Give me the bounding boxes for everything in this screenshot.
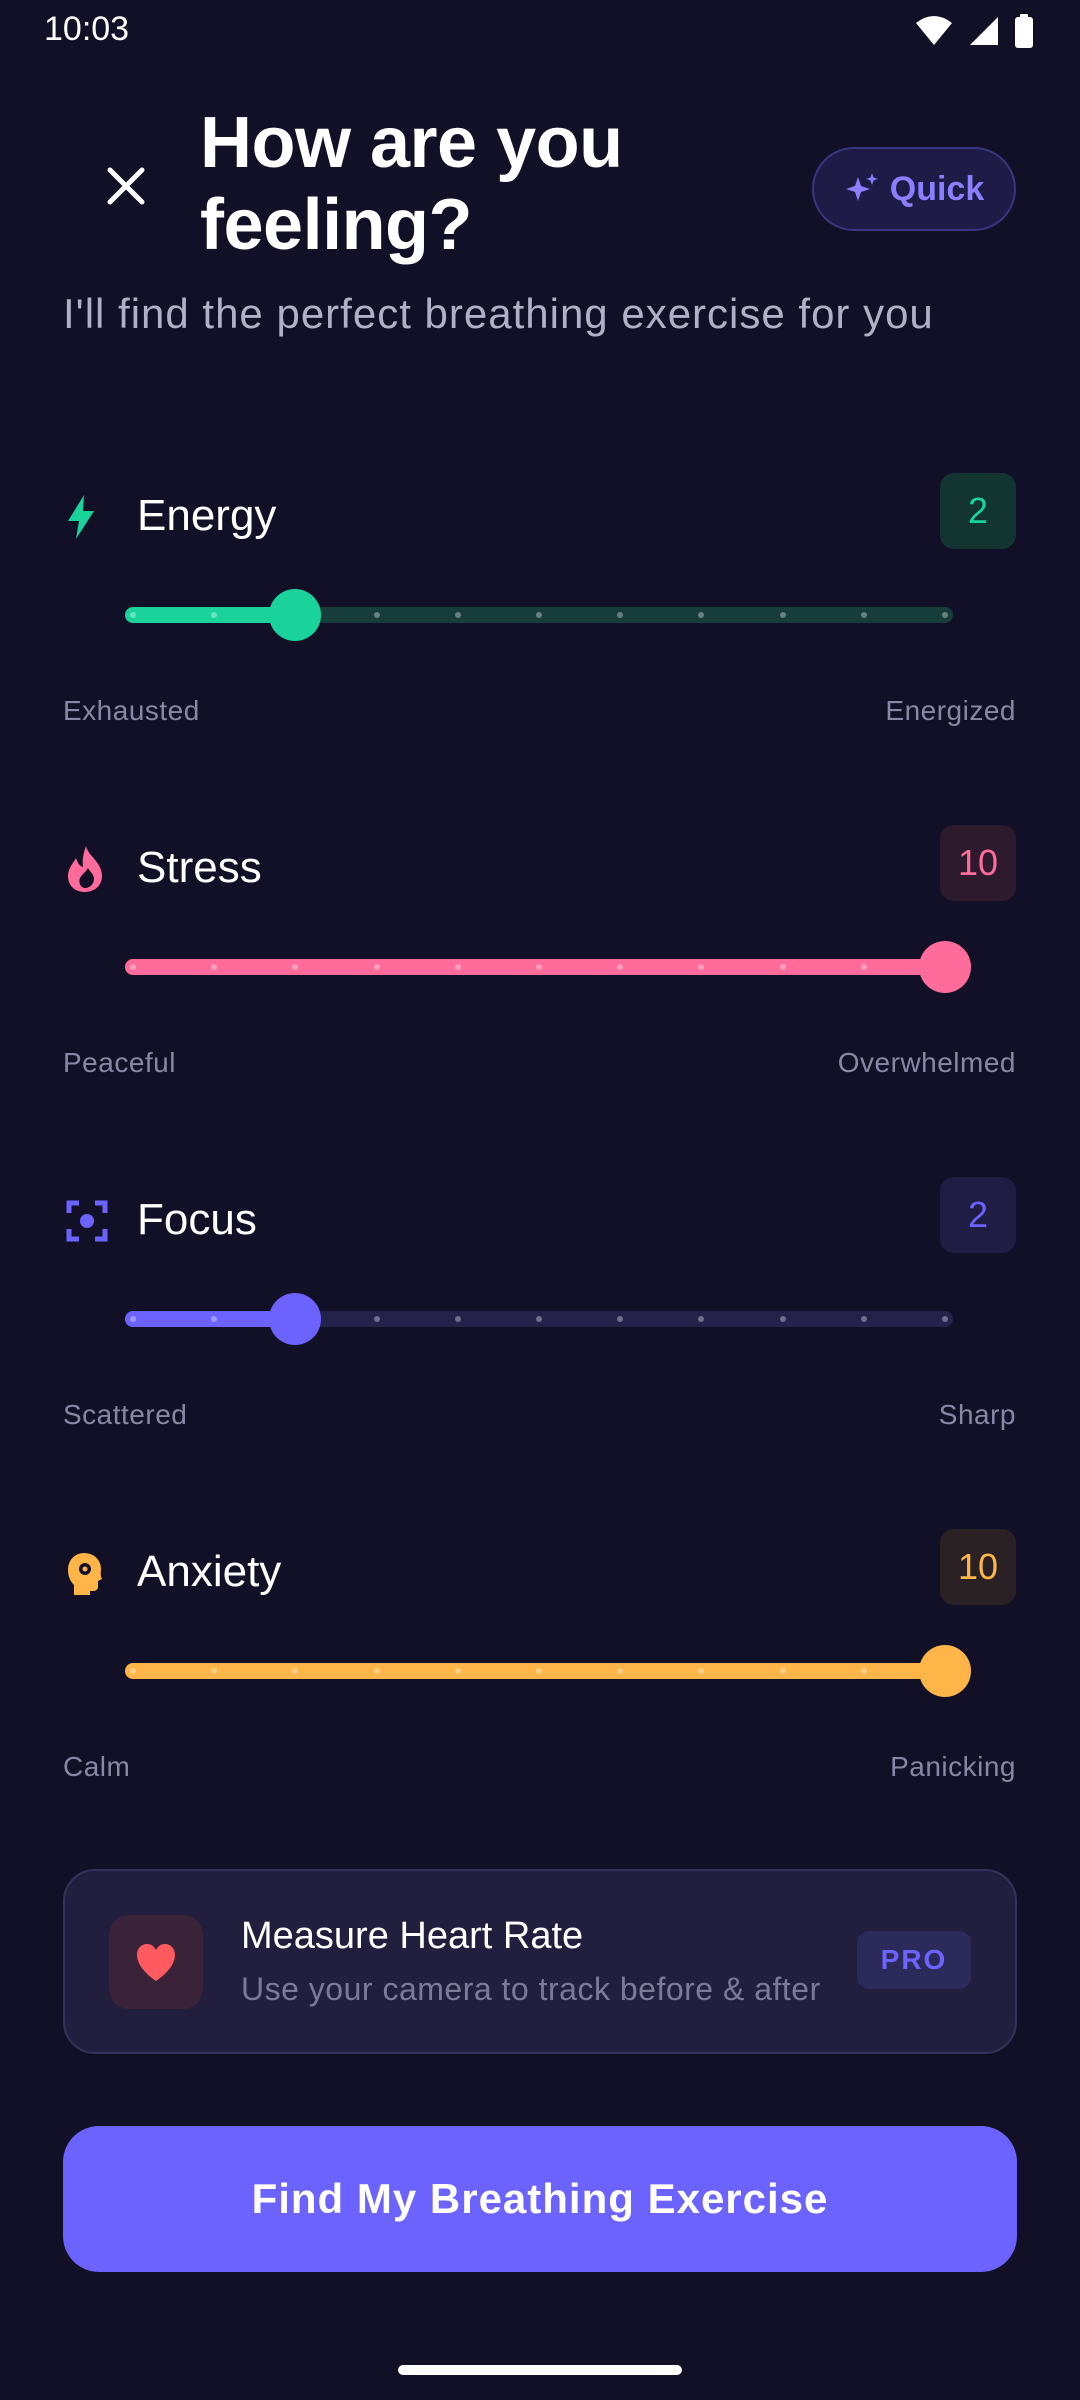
bolt-icon [66, 493, 96, 541]
heart-rate-card[interactable]: Measure Heart Rate Use your camera to tr… [63, 1869, 1017, 2054]
focus-value-badge: 2 [940, 1177, 1016, 1253]
stress-slider-fill [125, 959, 945, 975]
flame-icon [66, 845, 104, 893]
anxiety-max-label: Panicking [890, 1751, 1016, 1782]
heart-rate-title: Measure Heart Rate [241, 1915, 584, 1957]
focus-label: Focus [137, 1195, 257, 1244]
quick-button[interactable]: Quick [812, 147, 1016, 231]
anxiety-label: Anxiety [137, 1547, 282, 1596]
stress-label: Stress [137, 843, 262, 892]
energy-slider-thumb[interactable] [269, 589, 322, 641]
energy-slider-group: Energy 2 Exhausted Energized [0, 473, 1080, 773]
status-icons [914, 14, 1034, 48]
energy-label: Energy [137, 491, 277, 540]
status-time: 10:03 [44, 10, 130, 48]
status-bar: 10:03 [0, 0, 1080, 60]
slider-tick [779, 1668, 786, 1674]
stress-value-badge: 10 [939, 825, 1016, 901]
energy-max-label: Energized [885, 695, 1016, 726]
cellular-signal-icon [970, 17, 998, 45]
quick-button-label: Quick [889, 169, 985, 208]
slider-tick [942, 1316, 948, 1322]
close-icon [107, 167, 145, 205]
head-gear-icon [66, 1549, 104, 1597]
slider-tick [454, 1316, 461, 1322]
slider-tick [373, 1316, 380, 1322]
slider-tick [130, 964, 136, 970]
battery-icon [1015, 14, 1033, 48]
home-indicator[interactable] [398, 2365, 682, 2375]
slider-tick [698, 1316, 705, 1322]
focus-max-label: Sharp [938, 1399, 1016, 1430]
sparkle-icon [845, 173, 878, 201]
anxiety-value-badge: 10 [939, 1529, 1016, 1605]
slider-tick [779, 964, 786, 970]
slider-tick [779, 1316, 786, 1322]
slider-tick [617, 612, 624, 618]
slider-tick [130, 612, 136, 618]
heart-icon [137, 1944, 175, 1981]
anxiety-slider[interactable] [125, 1645, 971, 1697]
slider-tick [860, 964, 867, 970]
find-breathing-exercise-button[interactable]: Find My Breathing Exercise [63, 2126, 1017, 2272]
focus-target-icon [66, 1197, 108, 1245]
focus-slider[interactable] [125, 1293, 953, 1345]
focus-slider-thumb[interactable] [269, 1293, 322, 1345]
slider-tick [454, 612, 461, 618]
stress-slider-thumb[interactable] [919, 941, 971, 993]
slider-tick [373, 964, 380, 970]
slider-tick [860, 612, 867, 618]
stress-slider-group: Stress 10 Peaceful Overwhelmed [0, 825, 1080, 1125]
close-button[interactable] [90, 150, 162, 222]
slider-tick [130, 1316, 136, 1322]
anxiety-min-label: Calm [63, 1751, 131, 1782]
page-title: How are you feeling? [200, 103, 623, 265]
stress-min-label: Peaceful [63, 1047, 176, 1078]
anxiety-slider-fill [125, 1663, 945, 1679]
heart-rate-subtitle: Use your camera to track before & after [241, 1971, 821, 2007]
pro-badge: PRO [857, 1931, 971, 1989]
focus-min-label: Scattered [63, 1399, 188, 1430]
slider-tick [860, 1668, 867, 1674]
slider-tick [942, 612, 948, 618]
energy-value-badge: 2 [940, 473, 1016, 549]
slider-tick [373, 612, 380, 618]
energy-min-label: Exhausted [63, 695, 200, 726]
stress-slider[interactable] [125, 941, 971, 993]
wifi-icon [916, 16, 952, 45]
slider-tick [536, 1316, 542, 1322]
anxiety-slider-group: Anxiety 10 Calm Panicking [0, 1529, 1080, 1829]
stress-max-label: Overwhelmed [837, 1047, 1016, 1078]
focus-slider-group: Focus 2 Scattered Sharp [0, 1177, 1080, 1477]
slider-tick [779, 612, 786, 618]
slider-tick [536, 612, 542, 618]
energy-slider[interactable] [125, 589, 953, 641]
slider-tick [454, 964, 461, 970]
slider-tick [536, 1668, 542, 1674]
slider-tick [454, 1668, 461, 1674]
slider-tick [698, 612, 705, 618]
slider-tick [860, 1316, 867, 1322]
anxiety-slider-thumb[interactable] [919, 1645, 971, 1697]
slider-tick [617, 1316, 624, 1322]
mood-check-screen: 10:03 How are you feeling? Quick I'll fi… [0, 0, 1080, 2400]
heart-icon-container [109, 1915, 203, 2009]
slider-tick [536, 964, 542, 970]
page-subtitle: I'll find the perfect breathing exercise… [63, 290, 934, 337]
slider-tick [373, 1668, 380, 1674]
slider-tick [130, 1668, 136, 1674]
